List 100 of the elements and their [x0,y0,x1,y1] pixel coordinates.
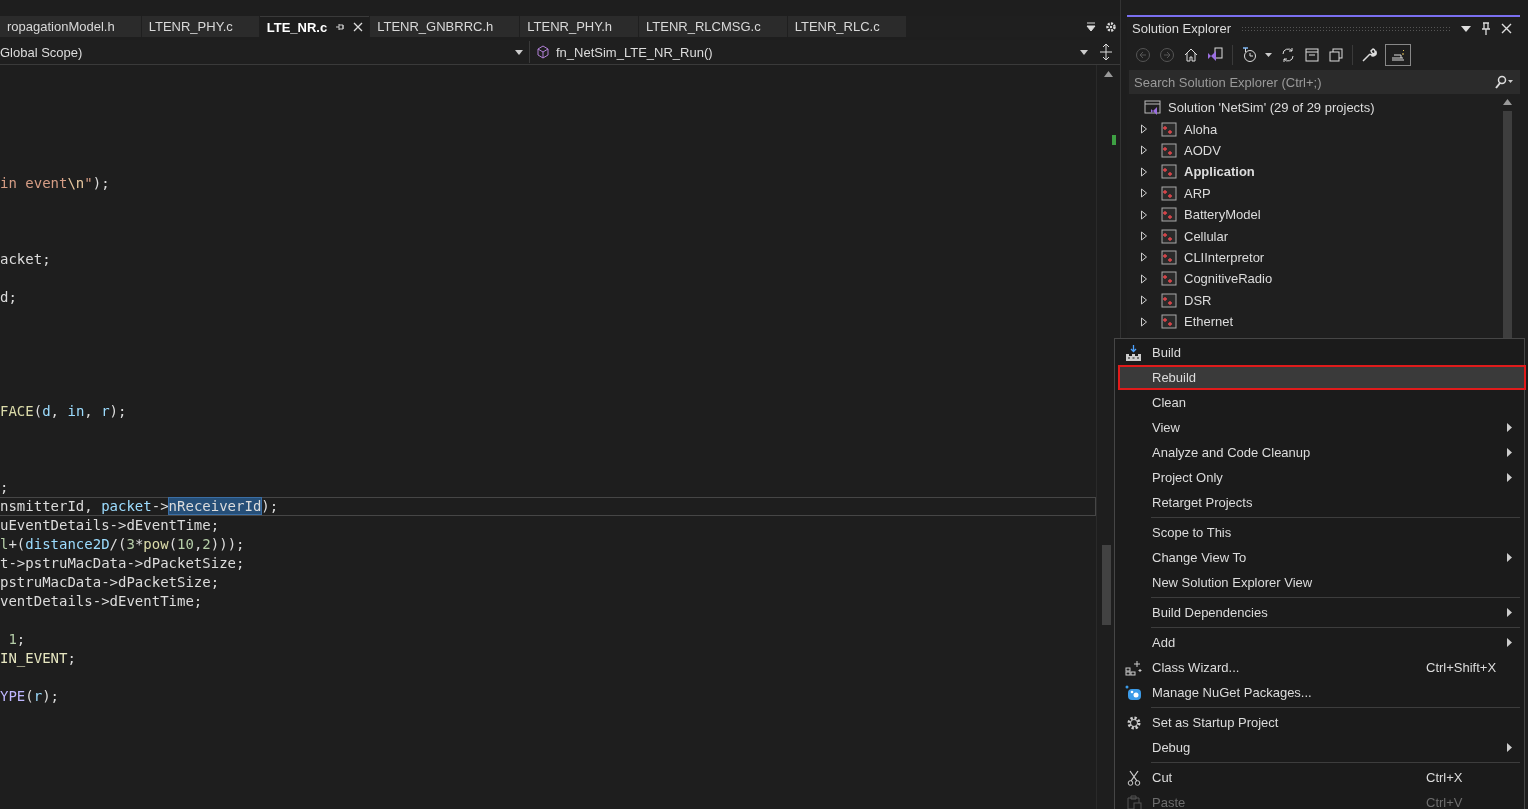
expand-arrow-icon[interactable] [1140,209,1148,220]
home-icon[interactable] [1183,47,1199,63]
caret-icon [515,49,523,55]
menu-item[interactable]: Debug [1115,735,1524,760]
code-line: ventDetails->dEventTime; [0,592,204,611]
scissors-icon [1126,769,1141,786]
menu-item[interactable]: Project Only [1115,465,1524,490]
preview-icon [1390,48,1406,62]
code-line: ; [0,478,10,497]
expand-arrow-icon[interactable] [1140,252,1148,263]
menu-item[interactable]: Set as Startup Project [1115,710,1524,735]
code-line: IN_EVENT; [0,649,77,668]
copy-icon[interactable] [1328,47,1344,63]
project-node[interactable]: Aloha [1184,121,1218,137]
project-icon [1161,142,1177,158]
caret-icon[interactable] [1265,53,1272,57]
menu-item[interactable]: Retarget Projects [1115,490,1524,515]
close-icon[interactable] [1501,23,1512,34]
editor-tab[interactable]: LTENR_GNBRRC.h [370,16,520,37]
expand-arrow-icon[interactable] [1140,188,1148,199]
scroll-thumb[interactable] [1102,545,1111,625]
project-node[interactable]: ARP [1184,185,1211,201]
project-icon [1161,185,1177,201]
project-node[interactable]: Ethernet [1184,314,1234,330]
close-icon[interactable] [353,22,364,32]
editor-tab[interactable]: LTENR_RLC.c [787,16,906,37]
expand-arrow-icon[interactable] [1140,124,1148,135]
cube-icon [536,45,550,59]
menu-item[interactable]: Change View To [1115,545,1524,570]
project-icon [1161,271,1177,287]
expand-arrow-icon[interactable] [1140,273,1148,284]
expand-arrow-icon[interactable] [1140,231,1148,242]
build-icon [1125,344,1142,361]
scroll-thumb[interactable] [1502,111,1512,339]
project-node[interactable]: DSR [1184,292,1212,308]
settings-icon[interactable] [1105,20,1117,33]
split-icon[interactable] [1099,44,1113,60]
expand-arrow-icon[interactable] [1140,166,1148,177]
gear-icon [1125,714,1142,731]
project-icon [1161,228,1177,244]
editor-tab[interactable]: LTENR_PHY.h [520,16,639,37]
project-icon [1161,292,1177,308]
search-icon[interactable] [1494,70,1520,94]
pin-icon[interactable] [335,22,346,32]
history-icon[interactable] [1241,47,1257,63]
code-line: pstruMacData->dPacketSize; [0,573,221,592]
code-line: d; [0,288,18,307]
code-line: uEventDetails->dEventTime; [0,516,221,535]
wrench-icon[interactable] [1361,47,1377,63]
menu-item[interactable]: Build [1115,340,1524,365]
scroll-up-icon[interactable] [1502,99,1512,105]
code-line: 1; [7,630,27,649]
scroll-up-icon[interactable] [1104,71,1113,77]
project-icon [1161,207,1177,223]
project-node[interactable]: AODV [1184,142,1221,158]
project-icon [1161,314,1177,330]
caret-icon [1080,49,1088,55]
search-field[interactable]: Search Solution Explorer (Ctrl+;) [1129,70,1494,94]
code-line: acket; [0,250,52,269]
editor-tab[interactable]: ropagationModel.h [0,16,141,37]
switch-views-icon[interactable] [1207,47,1224,63]
project-icon [1161,164,1177,180]
code-line: in event\n"); [0,174,111,193]
menu-item[interactable]: Cut Ctrl+X [1115,765,1524,790]
solution-label[interactable]: Solution 'NetSim' (29 of 29 projects) [1168,100,1375,116]
change-marker [1112,135,1116,145]
pin-icon[interactable] [1481,22,1491,35]
expand-arrow-icon[interactable] [1140,145,1148,156]
menu-item[interactable]: New Solution Explorer View [1115,570,1524,595]
menu-item[interactable]: Build Dependencies [1115,600,1524,625]
menu-item[interactable]: Rebuild [1118,365,1526,390]
menu-item[interactable]: Class Wizard... Ctrl+Shift+X [1115,655,1524,680]
dropdown-icon[interactable] [1086,21,1096,32]
class-wizard-icon [1125,659,1142,676]
refresh-icon[interactable] [1280,47,1296,63]
project-node[interactable]: BatteryModel [1184,207,1261,223]
collapse-all-icon[interactable] [1304,47,1320,63]
menu-item[interactable]: Add [1115,630,1524,655]
project-icon [1161,249,1177,265]
preview-toggle[interactable] [1385,44,1411,66]
dropdown-icon[interactable] [1461,25,1471,32]
package-icon [1125,684,1142,701]
expand-arrow-icon[interactable] [1140,295,1148,306]
menu-item[interactable]: Manage NuGet Packages... [1115,680,1524,705]
editor-tab[interactable]: LTENR_RLCMSG.c [639,16,787,37]
menu-item[interactable]: Analyze and Code Cleanup [1115,440,1524,465]
menu-item[interactable]: View [1115,415,1524,440]
project-node[interactable]: CLIInterpretor [1184,249,1265,265]
project-icon [1161,121,1177,137]
scope-dropdown[interactable]: Global Scope) [0,41,530,63]
panel-title: Solution Explorer [1132,21,1231,36]
code-line: YPE(r); [0,687,61,706]
project-node[interactable]: CognitiveRadio [1184,271,1273,287]
project-node[interactable]: Application [1184,164,1255,180]
code-line: t->pstruMacData->dPacketSize; [0,554,246,573]
editor-tab[interactable]: LTENR_PHY.c [141,16,259,37]
menu-item[interactable]: Clean [1115,390,1524,415]
project-node[interactable]: Cellular [1184,228,1229,244]
menu-item[interactable]: Scope to This [1115,520,1524,545]
expand-arrow-icon[interactable] [1140,316,1148,327]
